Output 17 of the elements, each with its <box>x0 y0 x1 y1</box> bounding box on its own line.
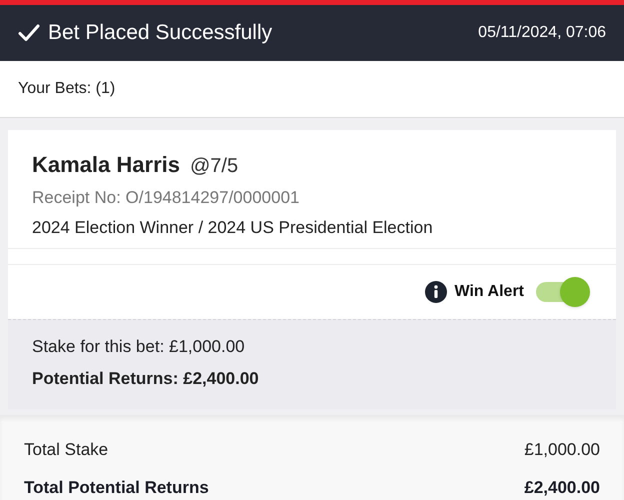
total-label: Total Stake <box>24 439 108 461</box>
stake-text: Stake for this bet: £1,000.00 <box>32 336 246 358</box>
win-alert-label: Win Alert <box>454 282 524 302</box>
win-alert-toggle[interactable] <box>536 277 590 307</box>
timestamp: 05/11/2024, 07:06 <box>478 23 606 44</box>
total-label: Total Potential Returns <box>24 476 209 498</box>
potential-returns-text: Potential Returns: £2,400.00 <box>32 368 260 390</box>
info-icon[interactable] <box>424 281 447 303</box>
total-value: £1,000.00 <box>524 439 600 461</box>
confirmation-title: Bet Placed Successfully <box>48 20 272 46</box>
total-value: £2,400.00 <box>524 476 600 498</box>
selection-name: Kamala Harris <box>32 151 180 179</box>
bets-heading: Your Bets: (1) <box>18 79 116 100</box>
receipt-number: Receipt No: O/194814297/0000001 <box>32 187 300 209</box>
odds: @7/5 <box>190 154 238 179</box>
checkmark-icon <box>18 24 40 42</box>
market-name: 2024 Election Winner / 2024 US Presidential Election <box>32 216 434 238</box>
